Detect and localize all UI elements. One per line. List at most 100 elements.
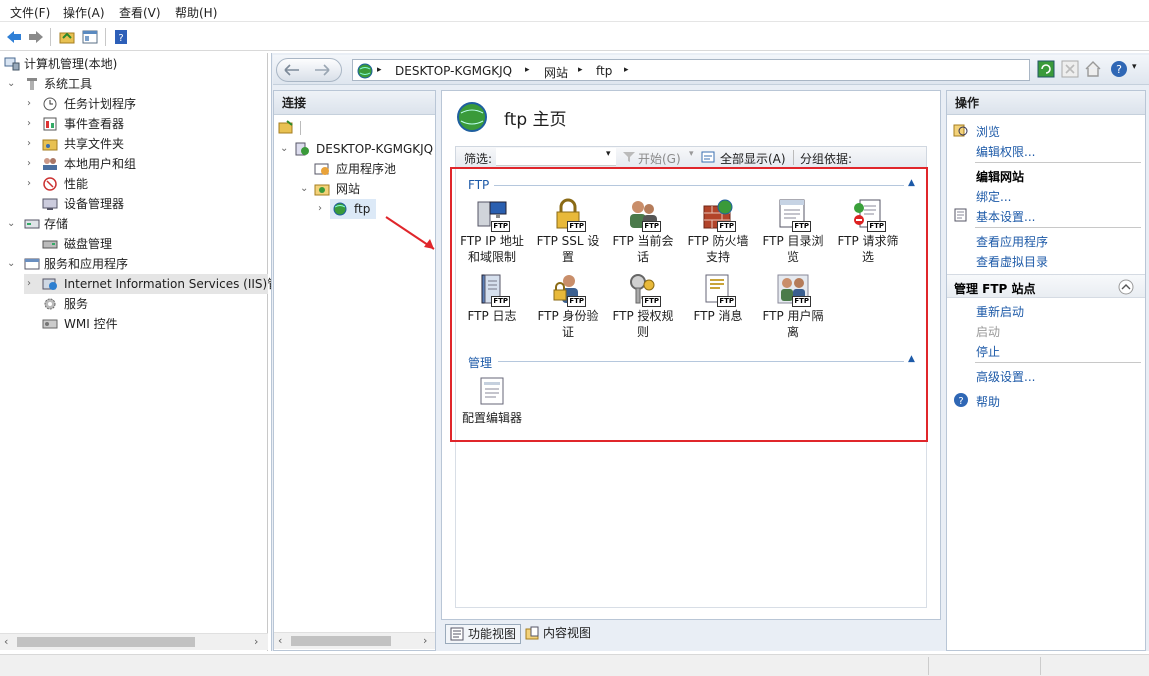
wmi-icon	[42, 319, 58, 329]
collapse-section-icon[interactable]	[1117, 278, 1135, 296]
globe-icon	[333, 202, 347, 216]
refresh-icon[interactable]	[1037, 60, 1055, 78]
connect-icon[interactable]	[278, 120, 294, 134]
svg-text:?: ?	[1116, 63, 1122, 76]
action-bindings[interactable]: 绑定...	[976, 188, 1011, 205]
action-view-vdirs[interactable]: 查看虚拟目录	[976, 253, 1048, 270]
chevron-right-icon: ▸	[578, 65, 583, 75]
menu-help[interactable]: 帮助(H)	[175, 4, 217, 21]
globe-icon	[457, 102, 487, 132]
start-dropdown-icon: ▾	[689, 149, 694, 159]
svg-text:?: ?	[118, 33, 123, 44]
action-basic-settings[interactable]: 基本设置...	[976, 208, 1035, 225]
browse-icon	[953, 124, 968, 137]
chevron-right-icon: ›	[27, 278, 31, 289]
device-manager-icon	[42, 198, 58, 210]
filter-label: 筛选:	[464, 152, 493, 166]
tree-hscrollbar[interactable]: ‹ ›	[0, 633, 268, 650]
globe-icon	[357, 63, 373, 79]
forward-arrow-icon[interactable]	[26, 27, 46, 47]
show-all-button[interactable]: 全部显示(A)	[720, 150, 786, 167]
app-pool-icon	[314, 163, 329, 175]
connections-pane: 连接 ⌄ DESKTOP-KGMGKJQ 应用程序池 ⌄ 网站 › ftp ‹ …	[273, 90, 436, 651]
action-view-apps[interactable]: 查看应用程序	[976, 233, 1048, 250]
chevron-right-icon: ›	[318, 203, 322, 214]
filter-bar: 筛选: ▾ 开始(G) ▾ 全部显示(A) 分组依据:	[455, 146, 927, 168]
disk-icon	[42, 240, 58, 249]
shared-folder-icon	[42, 139, 58, 151]
chevron-right-icon: ›	[27, 158, 31, 169]
gear-icon	[44, 298, 56, 310]
status-bar	[0, 654, 1149, 676]
sites-folder-icon	[314, 184, 330, 196]
filter-input[interactable]	[496, 148, 616, 166]
storage-icon	[24, 219, 40, 229]
content-view-icon	[525, 626, 539, 640]
filter-dropdown-icon[interactable]: ▾	[606, 149, 611, 159]
show-hide-tree-icon[interactable]	[80, 27, 100, 47]
action-help[interactable]: 帮助	[976, 393, 1000, 410]
up-folder-icon[interactable]	[57, 27, 77, 47]
tree-item-root[interactable]: 计算机管理(本地)	[4, 54, 264, 74]
scroll-right-icon: ›	[423, 634, 428, 647]
help-dropdown-icon[interactable]: ▾	[1132, 62, 1137, 72]
chevron-right-icon: ›	[27, 118, 31, 129]
clock-icon	[43, 97, 57, 111]
tree-item-system-tools[interactable]: ⌄ 系统工具	[4, 74, 264, 94]
menu-file[interactable]: 文件(F)	[10, 4, 50, 21]
tab-features-view[interactable]: 功能视图	[445, 624, 522, 644]
chevron-right-icon: ▸	[624, 65, 629, 75]
chevron-down-icon: ⌄	[300, 183, 309, 194]
chevron-right-icon: ▸	[377, 65, 382, 75]
funnel-icon	[623, 152, 635, 162]
scroll-thumb	[17, 637, 195, 647]
chevron-down-icon: ⌄	[280, 143, 289, 154]
chevron-down-icon: ⌄	[7, 258, 16, 269]
scroll-left-icon: ‹	[278, 634, 283, 647]
start-button[interactable]: 开始(G)	[638, 150, 681, 167]
tab-content-view[interactable]: 内容视图	[521, 624, 595, 644]
action-restart[interactable]: 重新启动	[976, 303, 1024, 320]
chevron-right-icon: ›	[27, 138, 31, 149]
conn-server[interactable]: ⌄ DESKTOP-KGMGKJQ	[280, 139, 436, 159]
menu-action[interactable]: 操作(A)	[63, 4, 105, 21]
action-edit-permissions[interactable]: 编辑权限...	[976, 143, 1035, 160]
action-browse[interactable]: 浏览	[976, 123, 1000, 140]
scroll-right-icon: ›	[254, 635, 259, 648]
stop-icon[interactable]	[1061, 60, 1079, 78]
red-arrow-annotation	[385, 216, 435, 250]
services-apps-icon	[24, 258, 40, 270]
scroll-left-icon: ‹	[4, 635, 9, 648]
nav-back-forward[interactable]	[276, 58, 342, 82]
tree-item-iis[interactable]: › Internet Information Services (IIS)管	[24, 274, 279, 294]
conn-hscrollbar[interactable]: ‹ ›	[274, 632, 435, 649]
menu-view[interactable]: 查看(V)	[119, 4, 161, 21]
action-stop[interactable]: 停止	[976, 343, 1000, 360]
group-by-label: 分组依据:	[800, 152, 853, 166]
chevron-right-icon: ▸	[525, 65, 530, 75]
back-arrow-icon[interactable]	[4, 27, 24, 47]
forward-arrow-icon	[315, 64, 330, 76]
tools-icon	[27, 78, 37, 90]
highlight-box-annotation	[450, 167, 928, 442]
event-viewer-icon	[43, 117, 57, 131]
chevron-right-icon: ›	[27, 178, 31, 189]
iis-icon	[42, 278, 57, 290]
computer-management-tree: 计算机管理(本地) ⌄ 系统工具 › 任务计划程序 › 事件查看器 › 共享文件…	[0, 53, 279, 651]
computer-management-icon	[4, 57, 20, 71]
breadcrumb-sites[interactable]: 网站	[544, 64, 568, 81]
chevron-down-icon: ⌄	[7, 78, 16, 89]
home-icon[interactable]	[1084, 60, 1102, 78]
breadcrumb[interactable]: ▸ DESKTOP-KGMGKJQ ▸ 网站 ▸ ftp ▸	[352, 59, 1030, 81]
help-book-icon[interactable]: ?	[111, 27, 131, 47]
action-advanced-settings[interactable]: 高级设置...	[976, 368, 1035, 385]
actions-title: 操作	[947, 91, 1145, 115]
breadcrumb-server[interactable]: DESKTOP-KGMGKJQ	[395, 64, 512, 78]
help-icon: ?	[954, 393, 968, 407]
toolbar: ?	[0, 23, 1149, 51]
view-tabs: 功能视图 内容视图	[441, 622, 941, 648]
chevron-right-icon: ›	[27, 98, 31, 109]
help-icon[interactable]: ?	[1110, 60, 1128, 78]
breadcrumb-ftp[interactable]: ftp	[596, 64, 612, 78]
back-arrow-icon	[284, 64, 299, 76]
